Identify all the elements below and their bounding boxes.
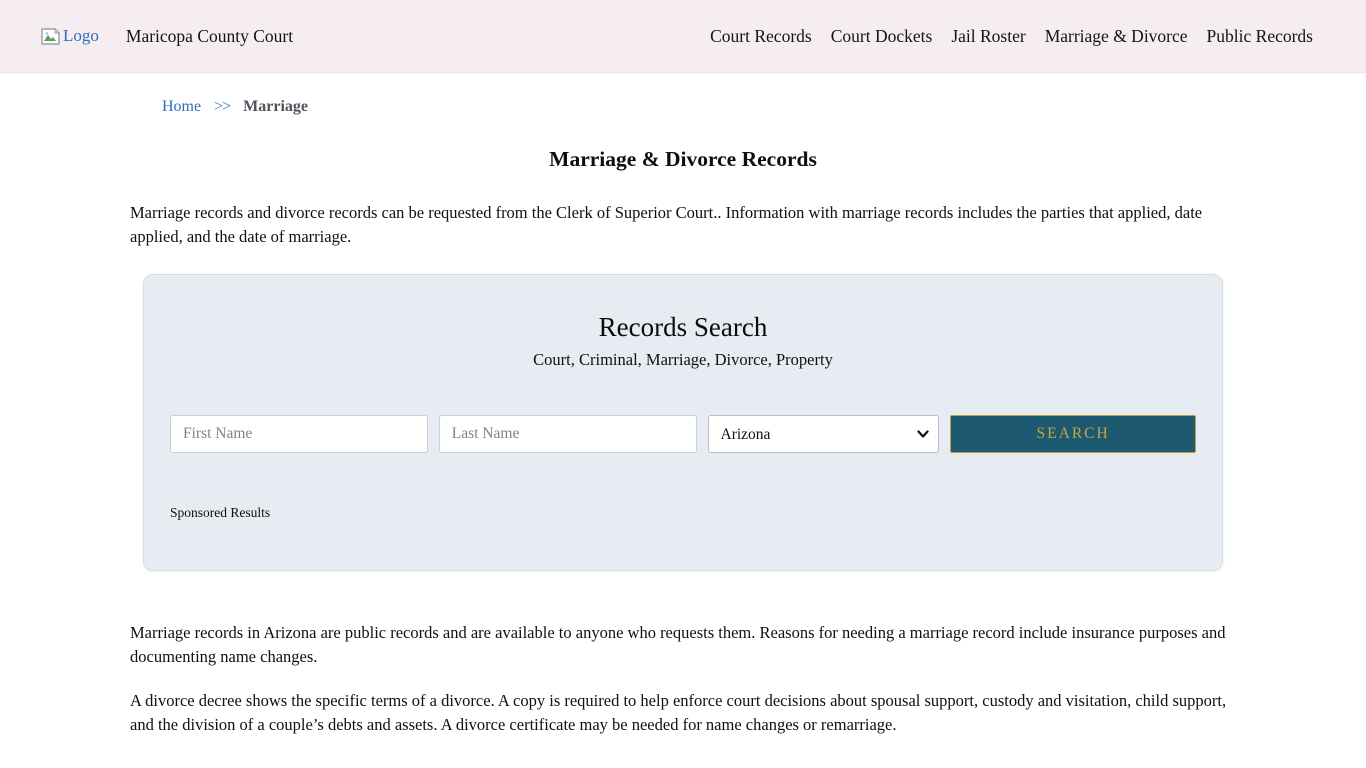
main-nav: Court Records Court Dockets Jail Roster … [710, 26, 1313, 47]
nav-item-jail-roster[interactable]: Jail Roster [951, 26, 1025, 47]
site-title: Maricopa County Court [126, 26, 293, 47]
page-title: Marriage & Divorce Records [130, 147, 1236, 172]
nav-item-court-dockets[interactable]: Court Dockets [831, 26, 933, 47]
last-name-input[interactable] [439, 415, 697, 453]
logo-link[interactable]: Logo [40, 26, 99, 46]
breadcrumb-separator: >> [214, 98, 230, 115]
first-name-input[interactable] [170, 415, 428, 453]
sponsored-results-label: Sponsored Results [170, 505, 1196, 521]
search-button[interactable]: SEARCH [950, 415, 1196, 453]
brand: Logo Maricopa County Court [40, 26, 293, 47]
records-search-subtitle: Court, Criminal, Marriage, Divorce, Prop… [170, 350, 1196, 370]
breadcrumb-home-link[interactable]: Home [162, 98, 201, 115]
body-paragraph-divorce: A divorce decree shows the specific term… [130, 689, 1236, 737]
intro-paragraph: Marriage records and divorce records can… [130, 201, 1236, 249]
state-select-wrap: Arizona [708, 415, 940, 453]
body-paragraph-marriage: Marriage records in Arizona are public r… [130, 621, 1236, 669]
breadcrumb: Home >> Marriage [130, 98, 1236, 116]
search-form-row: Arizona SEARCH [170, 415, 1196, 453]
site-header: Logo Maricopa County Court Court Records… [0, 0, 1366, 73]
records-search-panel: Records Search Court, Criminal, Marriage… [143, 274, 1223, 571]
nav-item-court-records[interactable]: Court Records [710, 26, 812, 47]
records-search-title: Records Search [170, 312, 1196, 343]
breadcrumb-current: Marriage [243, 98, 308, 115]
broken-image-icon [40, 27, 61, 46]
state-select[interactable]: Arizona [708, 415, 940, 453]
nav-item-public-records[interactable]: Public Records [1207, 26, 1313, 47]
content-container: Home >> Marriage Marriage & Divorce Reco… [130, 98, 1236, 737]
logo-alt-text: Logo [63, 26, 99, 46]
nav-item-marriage-divorce[interactable]: Marriage & Divorce [1045, 26, 1188, 47]
